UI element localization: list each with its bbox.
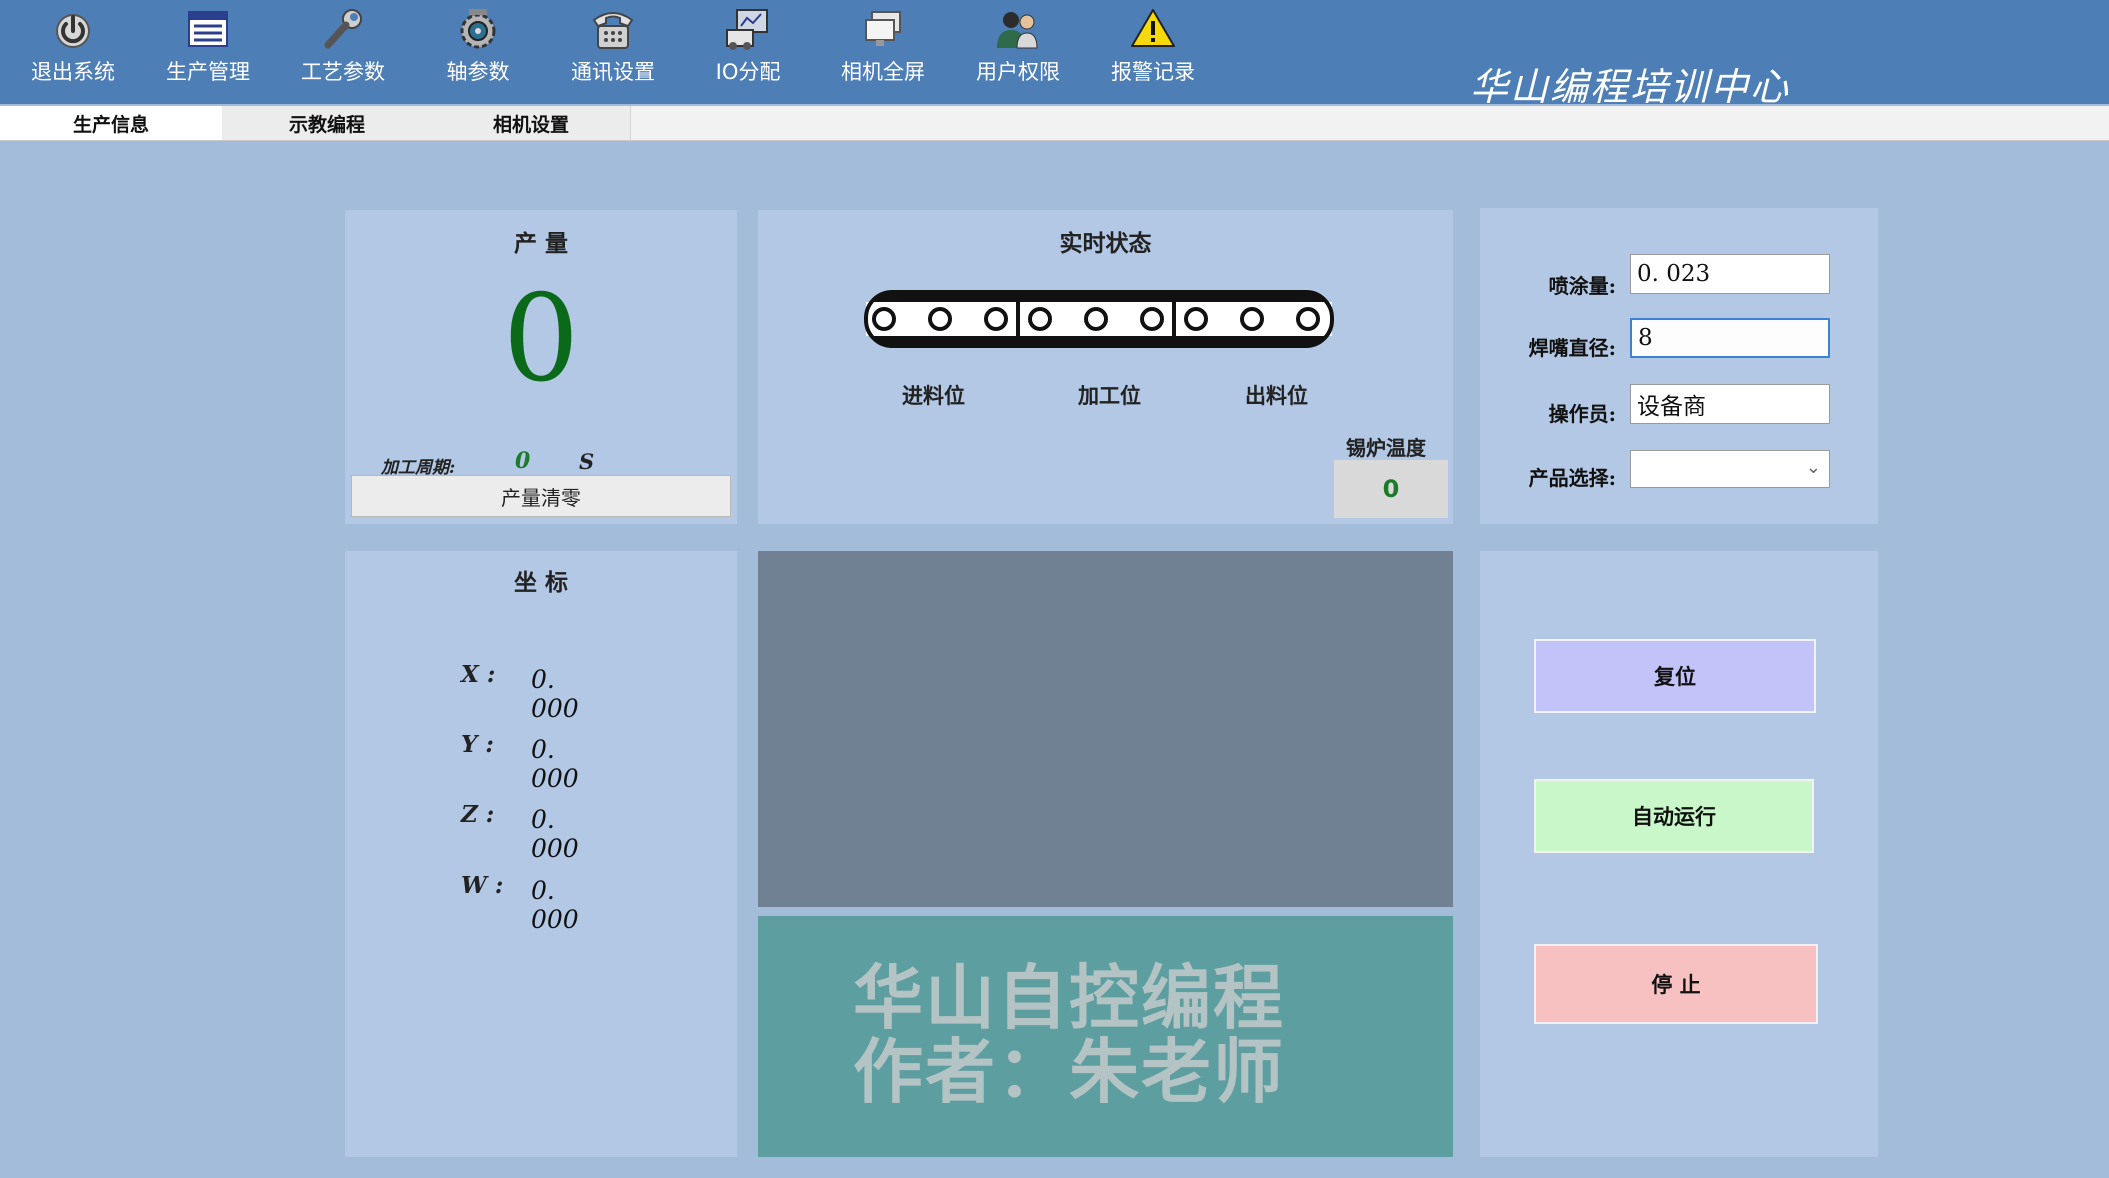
toolbar-comm-settings[interactable]: 通讯设置 <box>553 6 673 98</box>
coord-label-w: W : <box>461 872 504 899</box>
coord-label-z: Z : <box>461 801 495 828</box>
toolbar-label: 相机全屏 <box>841 60 925 84</box>
coord-value-y: 0. 000 <box>531 735 579 793</box>
tab-teach-programming[interactable]: 示教编程 <box>222 106 433 140</box>
toolbar-label: IO分配 <box>715 60 781 84</box>
wrench-icon <box>324 9 362 49</box>
toolbar-label: 工艺参数 <box>301 60 385 84</box>
product-select-label: 产品选择: <box>1528 466 1616 490</box>
brand-title: 华山编程培训中心 <box>1470 65 1791 109</box>
coordinates-panel: 坐 标 X : 0. 000 Y : 0. 000 Z : 0. 000 W :… <box>345 551 737 1157</box>
cycle-value: 0 <box>515 448 531 474</box>
reset-button[interactable]: 复位 <box>1534 639 1816 713</box>
toolbar-label: 退出系统 <box>31 60 115 84</box>
toolbar-axis-params[interactable]: 轴参数 <box>418 6 538 98</box>
station-discharge: 出料位 <box>1245 383 1308 408</box>
coord-label-y: Y : <box>461 731 494 758</box>
watermark-area: 华山自控编程 作者：朱老师 <box>758 916 1453 1157</box>
stop-button[interactable]: 停 止 <box>1534 944 1818 1024</box>
toolbar-io-assignment[interactable]: IO分配 <box>688 6 808 98</box>
warning-icon <box>1131 9 1175 47</box>
toolbar-alarm-records[interactable]: 报警记录 <box>1093 6 1213 98</box>
power-icon <box>56 14 90 48</box>
status-title: 实时状态 <box>1059 230 1152 257</box>
toolbar-label: 生产管理 <box>166 60 250 84</box>
toolbar-camera-fullscreen[interactable]: 相机全屏 <box>823 6 943 98</box>
station-process: 加工位 <box>1078 383 1141 408</box>
cycle-unit: S <box>579 449 595 474</box>
realtime-status-panel: 实时状态 进料位 加工位 出料位 锡炉温度 0 <box>758 210 1453 524</box>
toolbar-label: 通讯设置 <box>571 60 655 84</box>
chevron-down-icon: ⌄ <box>1805 457 1821 478</box>
toolbar-exit-system[interactable]: 退出系统 <box>13 6 133 98</box>
auto-run-button[interactable]: 自动运行 <box>1534 779 1814 853</box>
coordinates-title: 坐 标 <box>513 569 568 596</box>
nozzle-label: 焊嘴直径: <box>1528 336 1616 360</box>
coord-value-w: 0. 000 <box>531 876 579 934</box>
toolbar-label: 轴参数 <box>446 60 510 84</box>
operator-input[interactable] <box>1630 384 1830 424</box>
toolbar-user-permissions[interactable]: 用户权限 <box>958 6 1078 98</box>
spray-amount-input[interactable] <box>1630 254 1830 294</box>
production-title: 产 量 <box>513 230 568 257</box>
production-count: 0 <box>502 270 580 409</box>
tab-bar: 生产信息 示教编程 相机设置 <box>0 106 2109 141</box>
toolbar-label: 用户权限 <box>976 60 1060 84</box>
coord-label-x: X : <box>461 661 496 688</box>
axis-gear-icon <box>460 9 496 49</box>
params-panel: 喷涂量: 焊嘴直径: 操作员: 产品选择: ⌄ <box>1480 208 1878 524</box>
watermark-line-2: 作者：朱老师 <box>853 1031 1285 1113</box>
boiler-temp-value: 0 <box>1334 460 1448 518</box>
operator-label: 操作员: <box>1548 402 1616 426</box>
toolbar-production-management[interactable]: 生产管理 <box>148 6 268 98</box>
tab-production-info[interactable]: 生产信息 <box>0 106 223 140</box>
telephone-icon <box>592 12 634 49</box>
top-toolbar: 退出系统 生产管理 工艺参数 轴参数 通讯设置 IO分配 相机全屏 用户权限 报… <box>0 0 2109 109</box>
coord-value-z: 0. 000 <box>531 805 579 863</box>
actions-panel: 复位 自动运行 停 止 <box>1480 551 1878 1157</box>
production-icon <box>188 11 228 47</box>
station-feed: 进料位 <box>902 383 965 408</box>
coord-value-x: 0. 000 <box>531 665 579 723</box>
production-panel: 产 量 0 加工周期: 0 S 产量清零 <box>345 210 737 524</box>
boiler-temp-label: 锡炉温度 <box>1346 436 1426 460</box>
tab-camera-settings[interactable]: 相机设置 <box>432 106 631 140</box>
conveyor-belt-icon <box>864 290 1334 348</box>
camera-view[interactable] <box>758 551 1453 907</box>
io-icon <box>726 9 768 50</box>
product-select[interactable]: ⌄ <box>1630 450 1830 488</box>
clear-count-button[interactable]: 产量清零 <box>351 475 731 517</box>
toolbar-process-params[interactable]: 工艺参数 <box>283 6 403 98</box>
conveyor <box>864 290 1334 348</box>
users-icon <box>997 12 1038 49</box>
camera-fullscreen-icon <box>865 11 901 46</box>
toolbar-label: 报警记录 <box>1111 60 1195 84</box>
nozzle-diameter-input[interactable] <box>1630 318 1830 358</box>
spray-label: 喷涂量: <box>1548 274 1616 298</box>
